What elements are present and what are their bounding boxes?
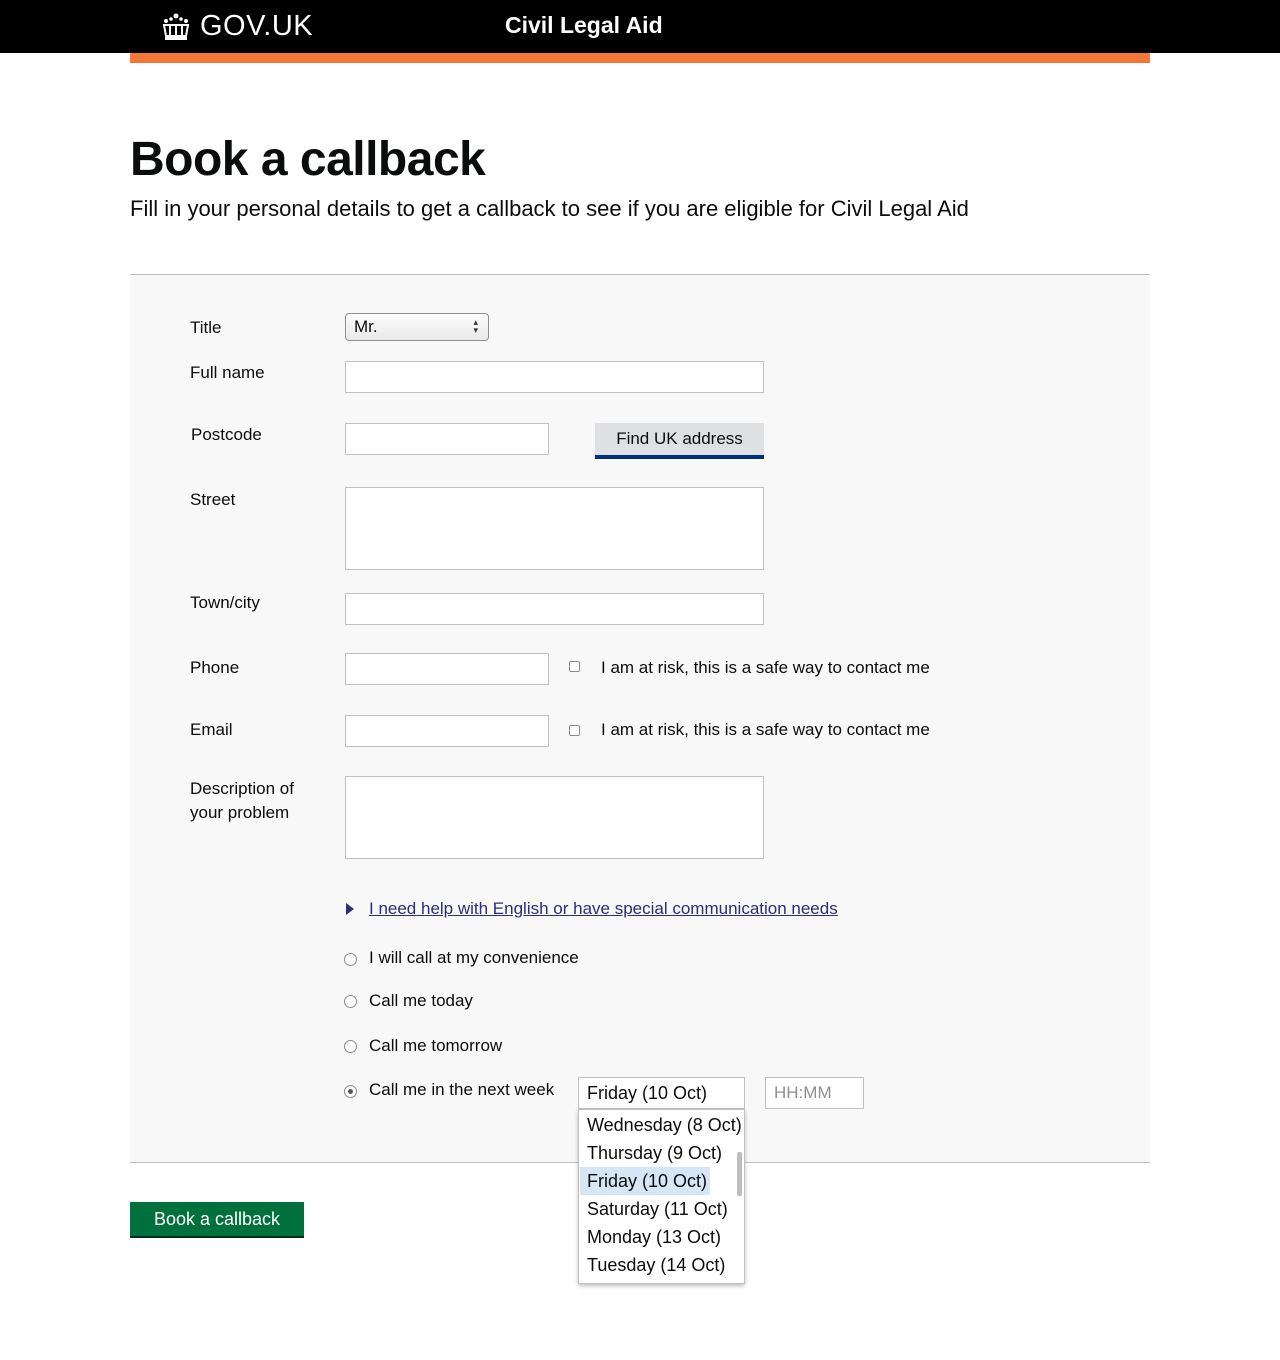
town-label: Town/city — [190, 593, 260, 612]
site-header: GOV.UK Civil Legal Aid — [0, 0, 1280, 53]
postcode-label: Postcode — [191, 425, 262, 444]
description-label-line2: your problem — [190, 803, 290, 822]
day-option-selected[interactable]: Friday (10 Oct) — [580, 1167, 710, 1195]
postcode-input[interactable] — [345, 423, 549, 455]
street-label: Street — [190, 490, 236, 509]
radio-label-call-next-week: Call me in the next week — [369, 1080, 555, 1099]
radio-call-next-week[interactable] — [344, 1085, 357, 1098]
title-select[interactable]: Mr. ▴ ▾ — [345, 313, 489, 341]
time-input[interactable]: HH:MM — [765, 1077, 864, 1109]
day-option[interactable]: Monday (13 Oct) — [580, 1223, 721, 1251]
help-english-link[interactable]: I need help with English or have special… — [369, 897, 838, 921]
day-option[interactable]: Saturday (11 Oct) — [580, 1195, 728, 1223]
radio-call-convenience[interactable] — [344, 953, 357, 966]
title-label: Title — [190, 318, 222, 337]
full-name-label: Full name — [190, 363, 265, 382]
select-arrows-icon: ▴ ▾ — [473, 317, 478, 335]
email-safe-label: I am at risk, this is a safe way to cont… — [601, 720, 930, 739]
phone-safe-label: I am at risk, this is a safe way to cont… — [601, 658, 930, 677]
find-address-button[interactable]: Find UK address — [595, 423, 764, 457]
radio-call-tomorrow[interactable] — [344, 1040, 357, 1053]
day-option[interactable]: Tuesday (14 Oct) — [580, 1251, 725, 1279]
email-label: Email — [190, 720, 233, 739]
day-select[interactable]: Friday (10 Oct) — [578, 1077, 745, 1109]
radio-label-call-tomorrow: Call me tomorrow — [369, 1036, 503, 1055]
header-accent-bar — [130, 53, 1150, 63]
email-safe-checkbox[interactable] — [569, 725, 580, 736]
help-disclosure[interactable]: I need help with English or have special… — [346, 897, 838, 921]
book-callback-button[interactable]: Book a callback — [130, 1202, 304, 1236]
radio-label-call-convenience: I will call at my convenience — [369, 948, 579, 967]
service-name[interactable]: Civil Legal Aid — [505, 12, 663, 39]
phone-safe-checkbox[interactable] — [569, 661, 580, 672]
day-option[interactable]: Thursday (9 Oct) — [580, 1139, 722, 1167]
description-textarea[interactable] — [345, 776, 764, 859]
full-name-input[interactable] — [345, 361, 764, 393]
crown-icon — [162, 13, 190, 40]
govuk-logo-text: GOV.UK — [200, 10, 314, 42]
phone-input[interactable] — [345, 653, 549, 685]
street-textarea[interactable] — [345, 487, 764, 570]
title-select-value: Mr. — [354, 317, 378, 336]
description-label-line1: Description of — [190, 779, 294, 798]
phone-label: Phone — [190, 658, 240, 677]
day-dropdown-list: Wednesday (8 Oct) Thursday (9 Oct) Frida… — [578, 1109, 745, 1284]
radio-call-today[interactable] — [344, 995, 357, 1008]
day-option[interactable]: Wednesday (8 Oct) — [580, 1111, 742, 1139]
dropdown-scrollbar[interactable] — [737, 1152, 742, 1196]
description-label: Description of your problem — [190, 777, 294, 825]
radio-label-call-today: Call me today — [369, 991, 473, 1010]
page-title: Book a callback — [130, 133, 486, 186]
town-input[interactable] — [345, 593, 764, 625]
page-lede: Fill in your personal details to get a c… — [130, 196, 969, 221]
govuk-logo-link[interactable]: GOV.UK — [160, 10, 313, 43]
email-input[interactable] — [345, 715, 549, 747]
disclosure-triangle-icon — [346, 903, 354, 915]
